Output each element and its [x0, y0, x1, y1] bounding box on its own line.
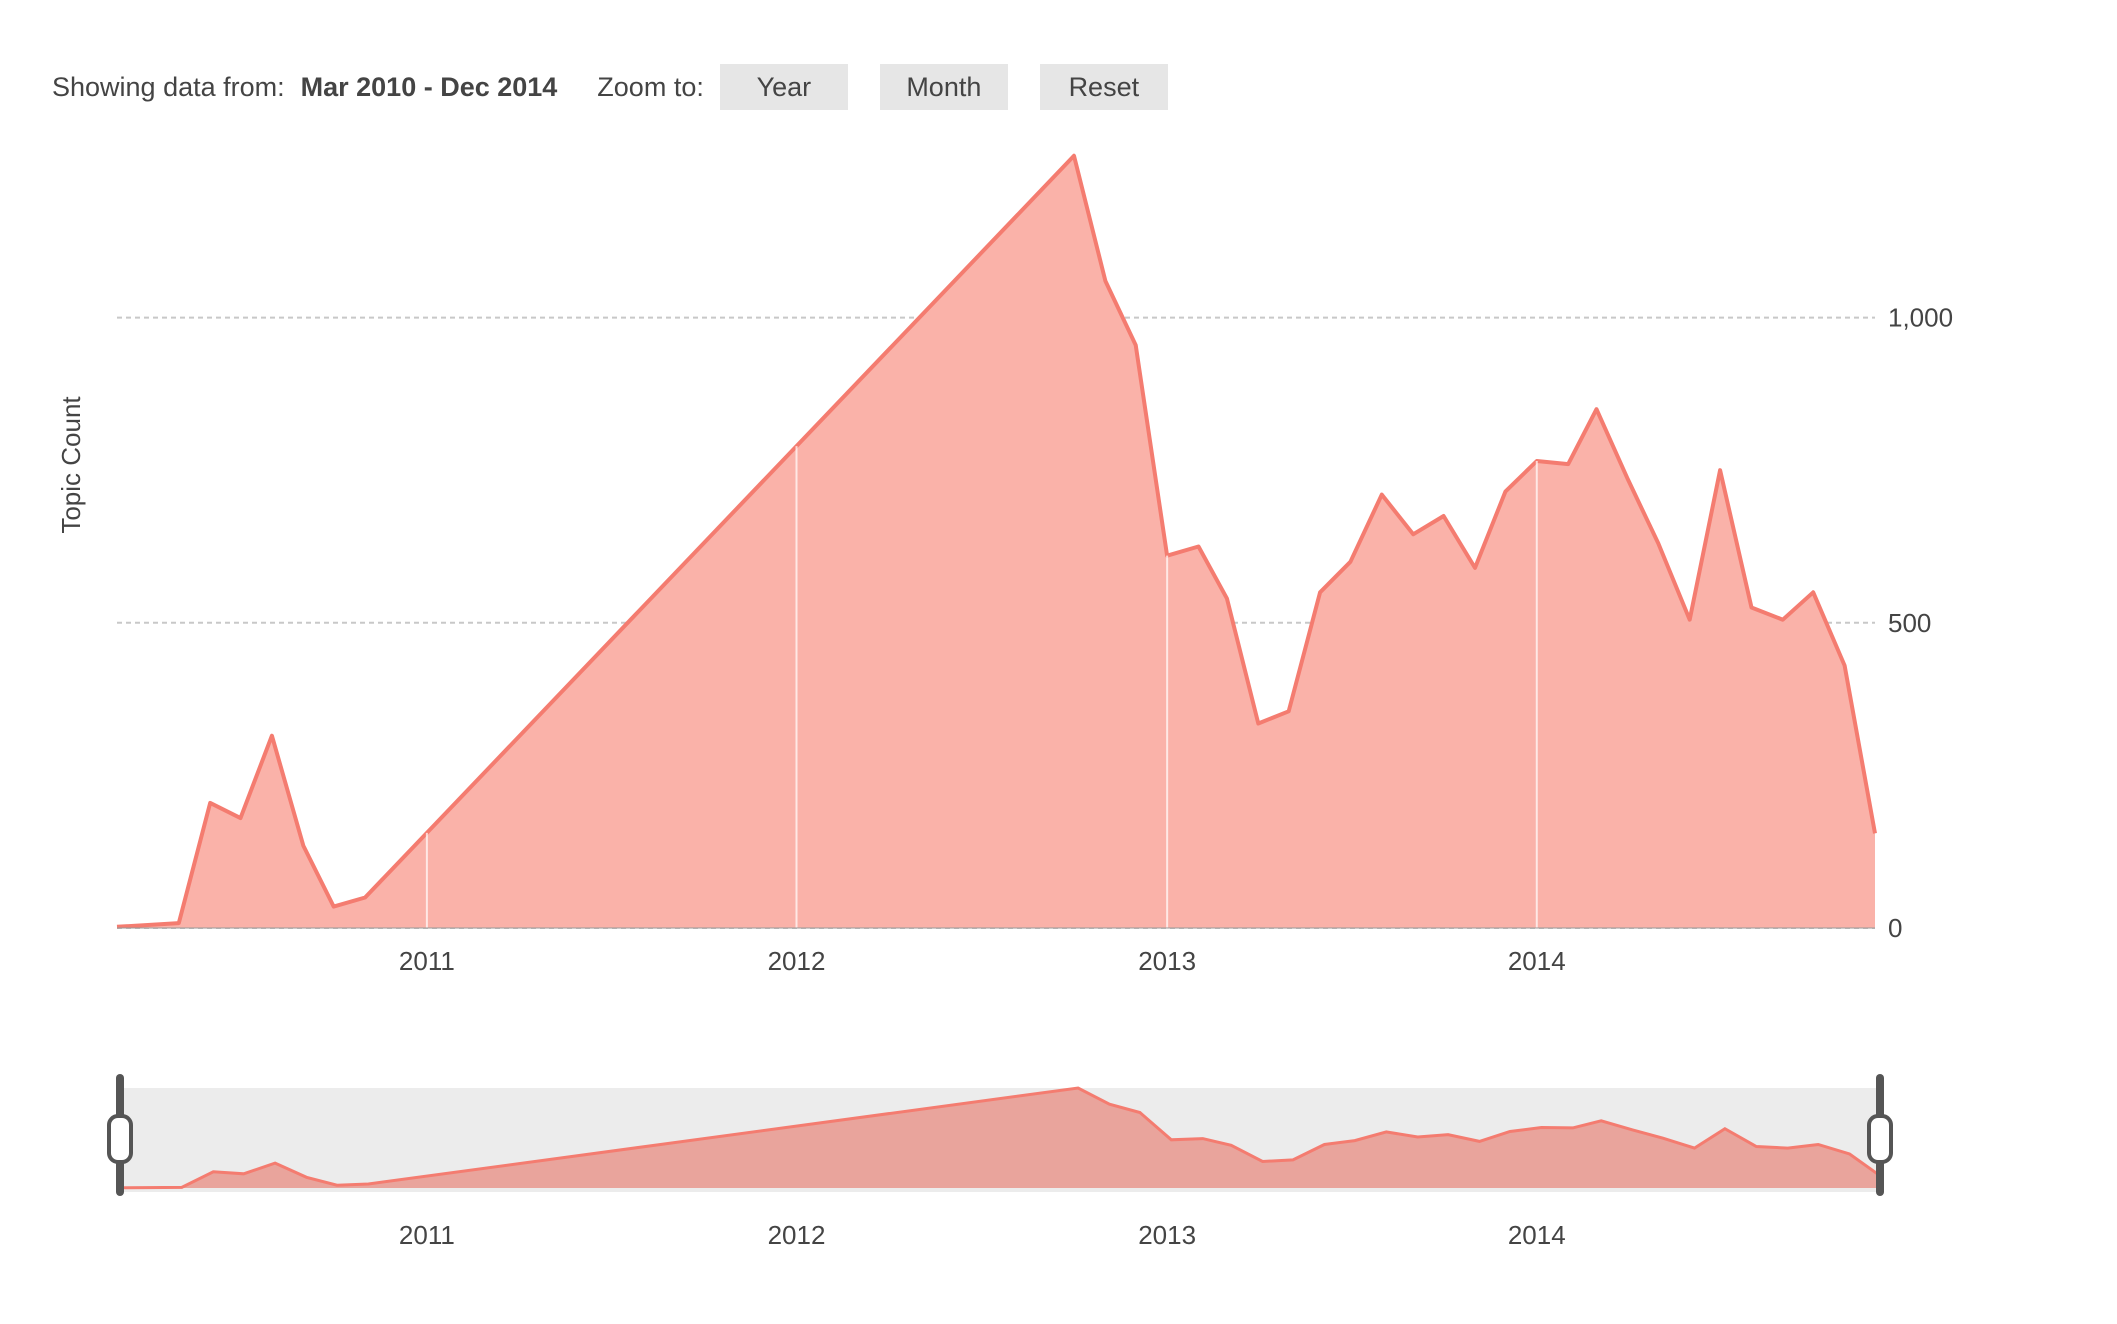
- y-tick-label: 500: [1888, 608, 1931, 638]
- x-tick-label: 2014: [1508, 946, 1566, 976]
- x-tick-label: 2013: [1138, 946, 1196, 976]
- navigator-x-tick-label: 2013: [1138, 1220, 1196, 1250]
- navigator[interactable]: [107, 1074, 1893, 1196]
- navigator-x-tick-label: 2012: [768, 1220, 826, 1250]
- navigator-x-tick-label: 2011: [399, 1220, 455, 1250]
- y-axis-label: Topic Count: [56, 396, 86, 534]
- series-area: [117, 155, 1875, 929]
- chart: 0 500 1,000 2011 2011 2012 2012 2013 2013 2014 201…: [56, 153, 1953, 1250]
- x-tick-label: 2011: [399, 946, 455, 976]
- handle-grip: [107, 1114, 133, 1164]
- navigator-x-tick-label: 2014: [1508, 1220, 1566, 1250]
- main-area-layer: [116, 153, 1877, 929]
- handle-grip: [1867, 1114, 1893, 1164]
- x-tick-label: 2012: [768, 946, 826, 976]
- y-tick-label: 0: [1888, 913, 1902, 943]
- y-tick-label: 1,000: [1888, 303, 1953, 333]
